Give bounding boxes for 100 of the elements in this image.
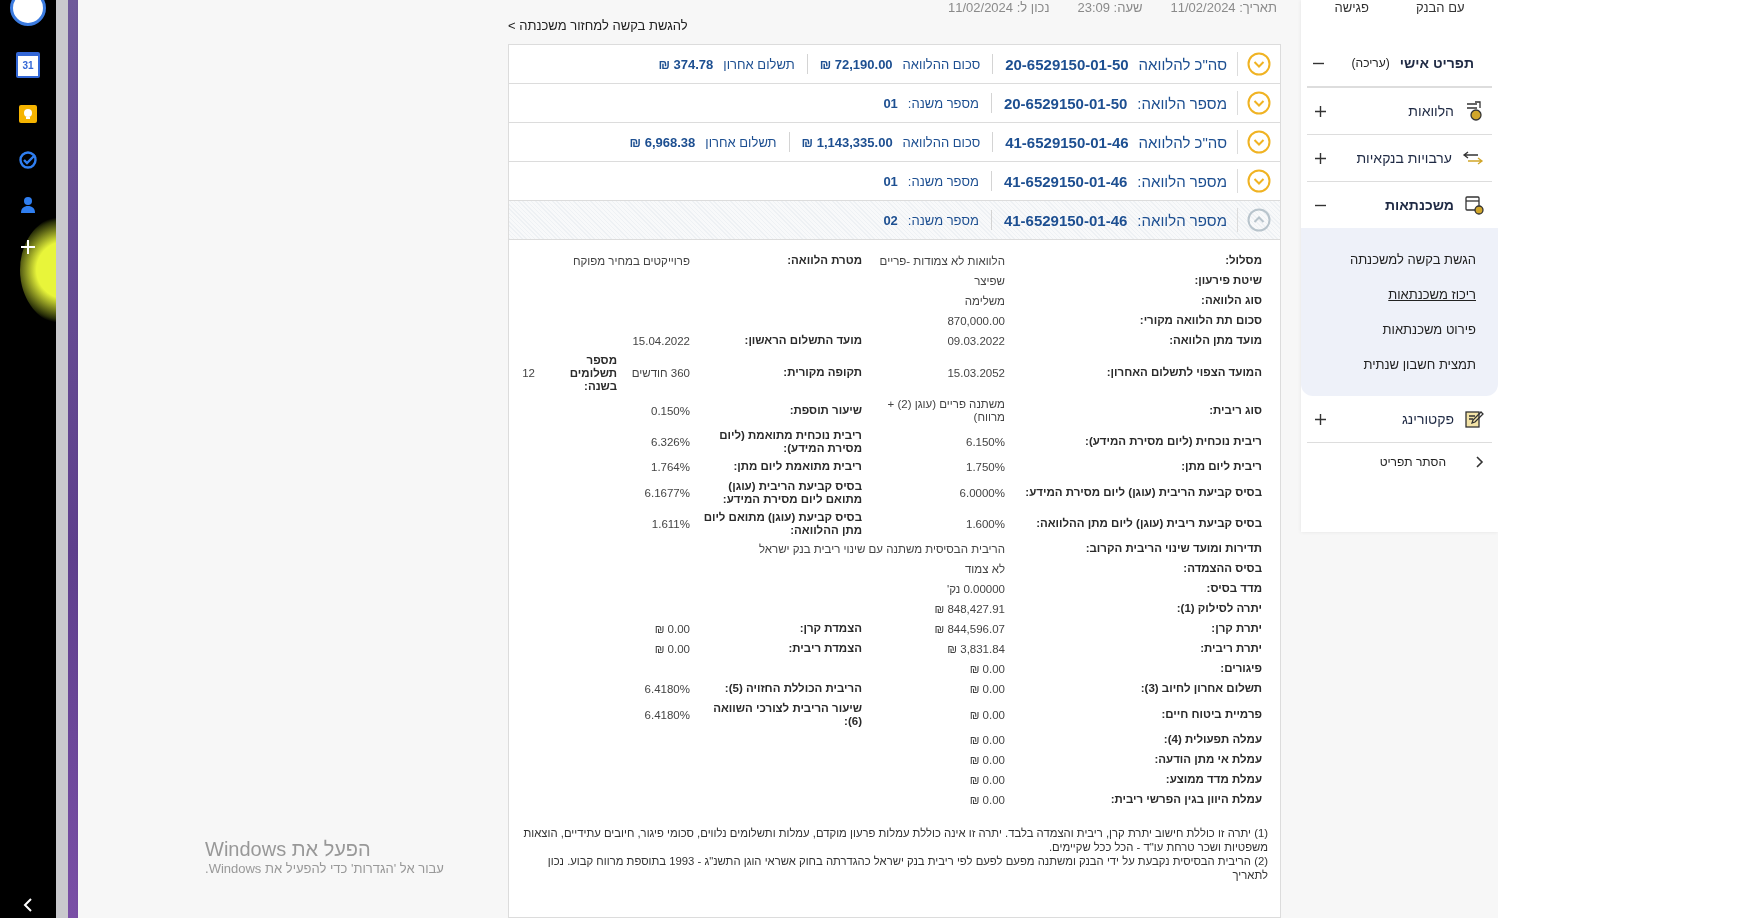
submenu-link[interactable]: פירוט משכנתאות <box>1301 312 1498 347</box>
field-label: בסיס קביעת הריבית (עוגן) ליום מסירת המידע: <box>1024 484 1262 500</box>
field-value: 12 <box>521 366 536 381</box>
field-value: 0.00 ₪ <box>968 733 1006 748</box>
loan-field-value: 72,190.00 ₪ <box>819 56 893 72</box>
menu-item-label[interactable]: משכנתאות <box>1385 197 1454 213</box>
field-value: 1.764% <box>650 460 691 475</box>
field-value: 848,427.91 ₪ <box>933 602 1006 617</box>
field-value: 6.4180% <box>643 682 691 697</box>
field-label: סכום תת הלוואה מקורי: <box>1138 313 1262 328</box>
menu-item[interactable]: פקטורינג <box>1307 396 1492 443</box>
plus-icon[interactable] <box>1315 105 1326 117</box>
loan-title: מספר הלוואה: <box>1137 94 1227 112</box>
submenu-link[interactable]: תמצית חשבון שנתית <box>1301 347 1498 382</box>
menu-item[interactable]: משכנתאות <box>1307 182 1492 228</box>
loan-title: סה"כ להלוואה <box>1138 133 1227 151</box>
field-value: 6.4180% <box>643 707 691 723</box>
field-label: הצמדת קרן: <box>798 621 862 636</box>
menu-item-label[interactable]: פקטורינג <box>1401 411 1454 427</box>
field-label: סוג ריבית: <box>1208 402 1262 418</box>
menu-item[interactable]: הלוואות <box>1307 88 1492 135</box>
field-label: ריבית ליום מתן: <box>1180 459 1262 474</box>
field-label: בסיס ההצמדה: <box>1182 561 1262 576</box>
activation-title: הפעל את Windows <box>205 838 371 861</box>
field-label: מטרת הלוואה: <box>786 253 862 268</box>
edit-document-icon <box>1464 409 1484 429</box>
field-label: פרמיית ביטוח חיים: <box>1160 706 1262 722</box>
edit-link[interactable]: (עריכה) <box>1351 56 1390 70</box>
plus-icon[interactable] <box>1315 152 1326 164</box>
loan-field-value: 6,968.38 ₪ <box>629 134 696 150</box>
calendar-icon[interactable]: 31 <box>16 52 40 78</box>
task-check-icon[interactable] <box>18 150 38 170</box>
field-value: 0.00 ₪ <box>968 773 1006 788</box>
field-label: פיגורים: <box>1219 661 1262 676</box>
field-label: ריבית נוכחית (ליום מסירת המידע): <box>1084 433 1262 449</box>
activation-text: עבור אל 'הגדרות' כדי להפעיל את Windows. <box>205 861 444 876</box>
chevron-left-icon[interactable] <box>23 898 33 912</box>
submenu-link[interactable]: הגשת בקשה למשכנתה <box>1301 242 1498 277</box>
menu-item-label[interactable]: הלוואות <box>1408 103 1454 119</box>
calendar-coin-icon <box>1464 194 1484 216</box>
field-value: 0.00 ₪ <box>968 707 1006 723</box>
menu-item-label[interactable]: ערבויות בנקאיות <box>1356 150 1452 166</box>
field-label: שיעור הריבית לצורכי השוואה (6): <box>712 701 862 729</box>
field-label: עמלת אי מתן הודעה: <box>1153 752 1262 767</box>
menu-item[interactable]: ערבויות בנקאיות <box>1307 135 1492 182</box>
field-label: שיעור תוספת: <box>788 402 862 418</box>
field-label: מועד התשלום הראשון: <box>743 333 862 348</box>
field-label: תדירות ומועד שינוי הריבית הקרוב: <box>1084 541 1262 556</box>
field-value: 0.00 ₪ <box>653 642 691 657</box>
field-value: 844,596.07 ₪ <box>933 622 1006 637</box>
loan-field-value: 374.78 ₪ <box>658 56 714 72</box>
field-label: מספר תשלומים בשנה: <box>568 353 617 394</box>
field-label: עמלת היוון בגין הפרשי ריבית: <box>1109 792 1262 807</box>
field-value: 0.150% <box>650 403 691 419</box>
loan-field-value: 01 <box>883 95 898 111</box>
field-label: יתרת קרן: <box>1210 621 1262 636</box>
loan-title: מספר הלוואה: <box>1137 172 1227 190</box>
menu-link[interactable]: עם הבנק <box>1416 0 1465 40</box>
field-label: עמלת מדד ממוצע: <box>1164 772 1262 787</box>
loan-field-label: מספר משנה: <box>907 173 979 189</box>
loan-field-label: תשלום אחרון <box>723 56 795 72</box>
field-label: מועד מתן הלוואה: <box>1168 333 1262 348</box>
field-label: תשלום אחרון לחיוב (3): <box>1139 681 1262 696</box>
menu-item-label[interactable]: תפריט אישי <box>1399 55 1474 71</box>
refinance-link[interactable]: להגשת בקשה למחזור משכנתה > <box>508 18 688 33</box>
field-value: 09.03.2022 <box>946 334 1006 349</box>
footnote: (1) יתרה זו כוללת חישוב יתרת קרן, ריבית והצמדה בלבד. יתרה זו אינה כוללת עמלות פרעון מוקדם, עמלות ותשלומים נלווים, סכומי פיגור, חיובים עתידיים, הוצאות משפטיות ושכר טרחת עו"ד - הכל ככל שקיימים. <box>522 826 1268 854</box>
menu-link[interactable]: פגישה <box>1334 0 1370 40</box>
person-icon[interactable] <box>19 196 37 214</box>
loan-title: סה"כ להלוואה <box>1138 55 1227 73</box>
field-value: 0.00 ₪ <box>968 682 1006 697</box>
submenu-link[interactable]: ריכוז משכנתאות <box>1301 277 1498 312</box>
field-value: 870,000.00 <box>946 314 1006 329</box>
field-value: משתנה פריים (עוגן (2) + מרווח) <box>886 397 1006 425</box>
plus-icon[interactable] <box>1315 413 1326 425</box>
field-label: יתרה לסילוק (1): <box>1175 601 1262 616</box>
lightbulb-icon[interactable] <box>18 104 38 124</box>
loan-field-label: תשלום אחרון <box>705 134 777 150</box>
footnote: (2) הריבית הבסיסית נקבעת על ידי הבנק ומשתנה מפעם לפעם לפי ריבית בנק ישראל כהגדרתה בחוק אשראי הוגן התשנ"ג - 1993 בתוספת מרווח קבוע. נכון לתאריך <box>546 854 1268 882</box>
field-value: 0.00 ₪ <box>968 662 1006 677</box>
chevron-right-icon[interactable] <box>1476 456 1484 468</box>
field-label: הריבית הכוללת החזויה (5): <box>723 681 862 696</box>
loan-field-value: 1,143,335.00 ₪ <box>801 134 893 150</box>
field-value: 0.00 ₪ <box>653 622 691 637</box>
field-value: לא צמוד <box>963 562 1006 577</box>
field-label: ריבית נוכחית מתואמת (ליום מסירת המידע): <box>718 428 862 456</box>
field-label: יתרת ריבית: <box>1199 641 1262 656</box>
field-value: 0.00 ₪ <box>968 753 1006 768</box>
scrollbar[interactable] <box>56 0 68 918</box>
field-label: המועד הצפוי לתשלום האחרון: <box>1105 365 1262 380</box>
loan-field-value: 01 <box>883 173 898 189</box>
loan-number: 41-6529150-01-46 <box>1003 172 1128 190</box>
logo-icon[interactable] <box>10 0 46 26</box>
hide-menu-link[interactable]: הסתר תפריט <box>1379 455 1446 469</box>
field-label: שיטת פירעון: <box>1193 273 1262 288</box>
loan-number: 41-6529150-01-46 <box>1005 133 1129 151</box>
field-value: 6.1677% <box>643 485 691 501</box>
loan-number: 20-6529150-01-50 <box>1005 55 1129 73</box>
field-value: 1.750% <box>965 460 1006 475</box>
loan-field-value: 02 <box>883 212 898 228</box>
